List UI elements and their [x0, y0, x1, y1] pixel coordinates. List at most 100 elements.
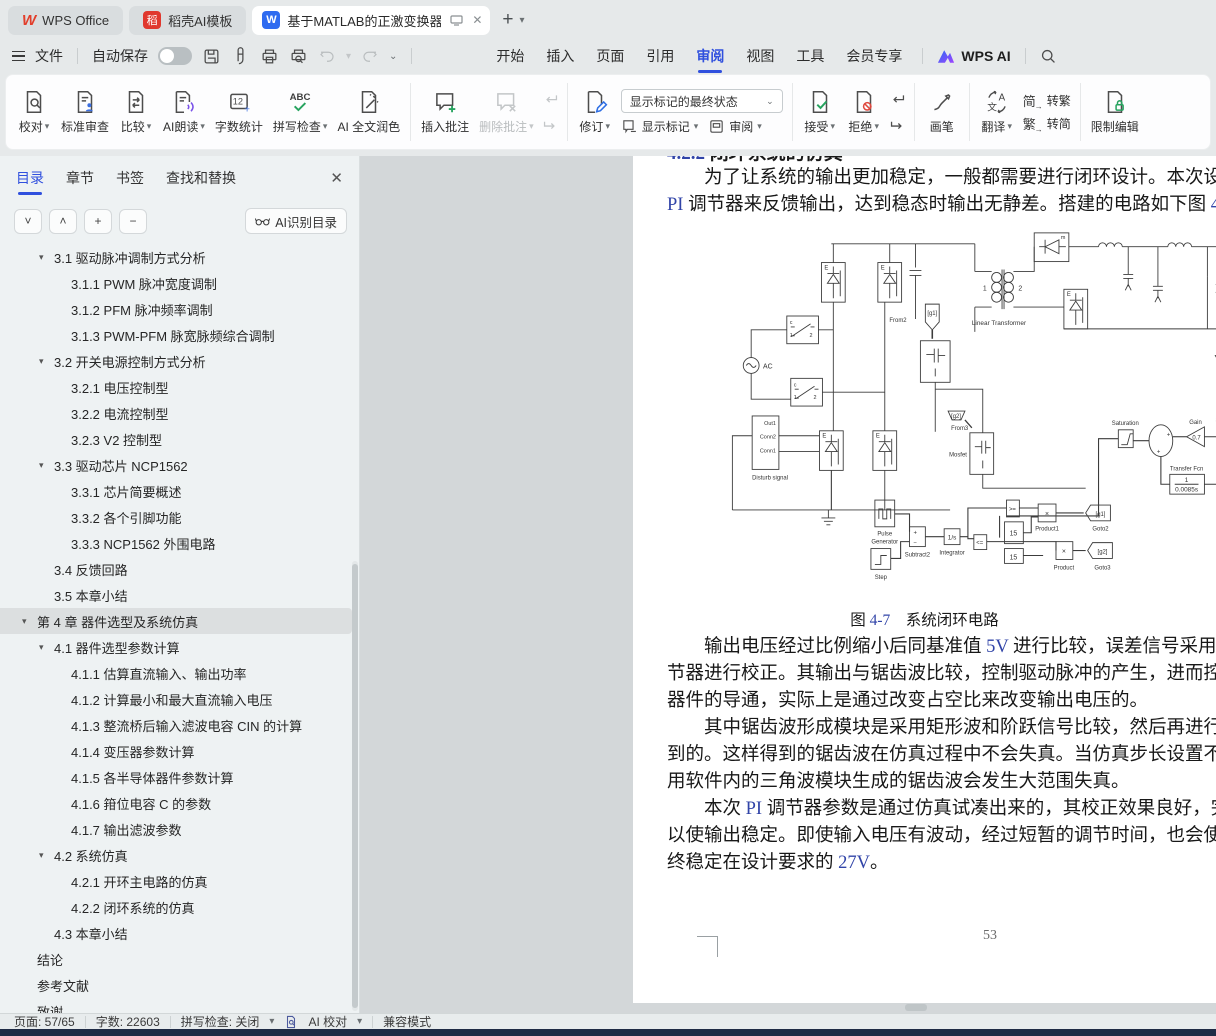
sidebar-scrollbar-thumb[interactable]: [352, 564, 358, 1008]
toc-item[interactable]: 4.2.1 开环主电路的仿真: [0, 868, 359, 894]
redo-icon[interactable]: [361, 47, 379, 65]
export-pdf-icon[interactable]: [231, 47, 250, 66]
toc-item[interactable]: 4.1.6 箝位电容 C 的参数: [0, 790, 359, 816]
toc-item[interactable]: 3.1.3 PWM-PFM 脉宽脉频综合调制: [0, 322, 359, 348]
collapse-arrow-icon[interactable]: ▾: [22, 616, 37, 627]
collapse-arrow-icon[interactable]: ▾: [39, 356, 54, 367]
toc-item[interactable]: ▾3.1 驱动脉冲调制方式分析: [0, 244, 359, 270]
toc-collapse-up-button[interactable]: ˄: [49, 209, 77, 234]
tab-docer-template[interactable]: 稻 稻壳AI模板: [129, 6, 246, 35]
undo-chevron-icon[interactable]: ▾: [346, 51, 351, 62]
standard-review-button[interactable]: 标准审查: [56, 80, 114, 144]
status-ai-proofread[interactable]: AI 校对: [308, 1013, 347, 1030]
toc-item[interactable]: ▾3.2 开关电源控制方式分析: [0, 348, 359, 374]
toc-expand-all-button[interactable]: +: [84, 209, 112, 234]
collapse-arrow-icon[interactable]: ▾: [39, 252, 54, 263]
toc-collapse-all-button[interactable]: −: [119, 209, 147, 234]
wps-ai-button[interactable]: WPS AI: [937, 48, 1010, 64]
toc-item[interactable]: 4.1.4 变压器参数计算: [0, 738, 359, 764]
review-pane-button[interactable]: 审阅▾: [708, 118, 762, 135]
menu-tab-tools[interactable]: 工具: [790, 42, 830, 70]
previous-comment-icon[interactable]: [542, 93, 559, 108]
proofread-button[interactable]: 校对▾: [12, 80, 56, 144]
sidebar-tab-chapters[interactable]: 章节: [66, 168, 94, 188]
search-icon[interactable]: [1040, 48, 1057, 65]
toc-item-selected[interactable]: ▾第 4 章 器件选型及系统仿真: [0, 608, 352, 634]
tab-wps-office[interactable]: W WPS Office: [8, 6, 123, 35]
menu-tab-view[interactable]: 视图: [740, 42, 780, 70]
status-compat-mode[interactable]: 兼容模式: [383, 1013, 431, 1030]
close-tab-icon[interactable]: ✕: [472, 13, 482, 27]
tab-document[interactable]: W 基于MATLAB的正激变换器的 ✕: [252, 6, 490, 35]
toc-item[interactable]: 3.1.2 PFM 脉冲频率调制: [0, 296, 359, 322]
markup-state-dropdown[interactable]: 显示标记的最终状态⌄: [621, 89, 783, 113]
hamburger-icon[interactable]: [12, 51, 25, 62]
toc-item[interactable]: 4.2.2 闭环系统的仿真: [0, 894, 359, 920]
more-commands-chevron-icon[interactable]: ⌄: [389, 51, 397, 62]
menu-file[interactable]: 文件: [35, 46, 63, 66]
menu-tab-review[interactable]: 审阅: [690, 42, 730, 70]
toc-item[interactable]: 3.2.1 电压控制型: [0, 374, 359, 400]
ai-read-button[interactable]: AI朗读▾: [158, 80, 210, 144]
show-markup-button[interactable]: 显示标记▾: [621, 118, 699, 135]
ai-recognize-toc-button[interactable]: AI识别目录: [245, 208, 347, 234]
horizontal-scrollbar-thumb[interactable]: [905, 1004, 927, 1011]
toc-item[interactable]: 参考文献: [0, 972, 359, 998]
toc-item[interactable]: 3.2.2 电流控制型: [0, 400, 359, 426]
collapse-arrow-icon[interactable]: ▾: [39, 460, 54, 471]
detach-window-icon[interactable]: [450, 15, 463, 26]
menu-tab-member[interactable]: 会员专享: [840, 42, 908, 70]
next-comment-icon[interactable]: [542, 116, 559, 131]
simplified-to-traditional-button[interactable]: 简→ 转繁: [1023, 91, 1071, 110]
undo-icon[interactable]: [318, 47, 336, 65]
status-word-count[interactable]: 字数: 22603: [96, 1013, 160, 1030]
print-preview-icon[interactable]: [289, 47, 308, 66]
menu-tab-insert[interactable]: 插入: [540, 42, 580, 70]
toc-item[interactable]: ▾4.1 器件选型参数计算: [0, 634, 359, 660]
next-change-icon[interactable]: [889, 116, 906, 131]
toc-item[interactable]: 3.4 反馈回路: [0, 556, 359, 582]
previous-change-icon[interactable]: [889, 93, 906, 108]
word-count-button[interactable]: 12+ 字数统计: [210, 80, 268, 144]
ai-polish-button[interactable]: AI 全文润色: [332, 80, 405, 144]
toc-item[interactable]: 4.3 本章小结: [0, 920, 359, 946]
reject-change-button[interactable]: 拒绝▾: [842, 80, 886, 144]
toc-expand-down-button[interactable]: ˅: [14, 209, 42, 234]
sidebar-tab-find-replace[interactable]: 查找和替换: [166, 168, 236, 188]
autosave-toggle[interactable]: [158, 47, 192, 65]
toc-item[interactable]: ▾4.2 系统仿真: [0, 842, 359, 868]
document-page[interactable]: 4.2.2 闭环系统的仿真 为了让系统的输出更加稳定，一般都需要进行闭环设计。本…: [633, 156, 1216, 1003]
sidebar-close-icon[interactable]: ✕: [330, 169, 343, 187]
toc-item[interactable]: 3.3.2 各个引脚功能: [0, 504, 359, 530]
spellcheck-chevron-icon[interactable]: ▾: [269, 1016, 274, 1027]
toc-item[interactable]: 3.3.1 芯片简要概述: [0, 478, 359, 504]
toc-item[interactable]: 4.1.1 估算直流输入、输出功率: [0, 660, 359, 686]
ai-proofread-chevron-icon[interactable]: ▾: [357, 1016, 362, 1027]
traditional-to-simplified-button[interactable]: 繁→ 转简: [1023, 114, 1071, 133]
ink-pen-button[interactable]: 画笔: [920, 80, 964, 144]
toc-item[interactable]: 3.2.3 V2 控制型: [0, 426, 359, 452]
translate-button[interactable]: A文 翻译▾: [975, 80, 1019, 144]
compare-button[interactable]: 比较▾: [114, 80, 158, 144]
menu-tab-reference[interactable]: 引用: [640, 42, 680, 70]
collapse-arrow-icon[interactable]: ▾: [39, 850, 54, 861]
menu-tab-page[interactable]: 页面: [590, 42, 630, 70]
status-spellcheck[interactable]: 拼写检查: 关闭: [181, 1013, 260, 1030]
toc-item[interactable]: 3.5 本章小结: [0, 582, 359, 608]
sidebar-tab-bookmarks[interactable]: 书签: [116, 168, 144, 188]
toc-item[interactable]: 3.1.1 PWM 脉冲宽度调制: [0, 270, 359, 296]
collapse-arrow-icon[interactable]: ▾: [39, 642, 54, 653]
delete-comment-button[interactable]: 删除批注▾: [474, 80, 539, 144]
status-page-indicator[interactable]: 页面: 57/65: [14, 1013, 75, 1030]
toc-item[interactable]: 4.1.2 计算最小和最大直流输入电压: [0, 686, 359, 712]
toc-item[interactable]: 3.3.3 NCP1562 外围电路: [0, 530, 359, 556]
menu-tab-home[interactable]: 开始: [490, 42, 530, 70]
toc-item[interactable]: ▾3.3 驱动芯片 NCP1562: [0, 452, 359, 478]
accept-change-button[interactable]: 接受▾: [798, 80, 842, 144]
insert-comment-button[interactable]: 插入批注: [416, 80, 474, 144]
save-icon[interactable]: [202, 47, 221, 66]
toc-item[interactable]: 4.1.5 各半导体器件参数计算: [0, 764, 359, 790]
toc-item[interactable]: 结论: [0, 946, 359, 972]
toc-item[interactable]: 4.1.3 整流桥后输入滤波电容 CIN 的计算: [0, 712, 359, 738]
sidebar-tab-contents[interactable]: 目录: [16, 168, 44, 188]
